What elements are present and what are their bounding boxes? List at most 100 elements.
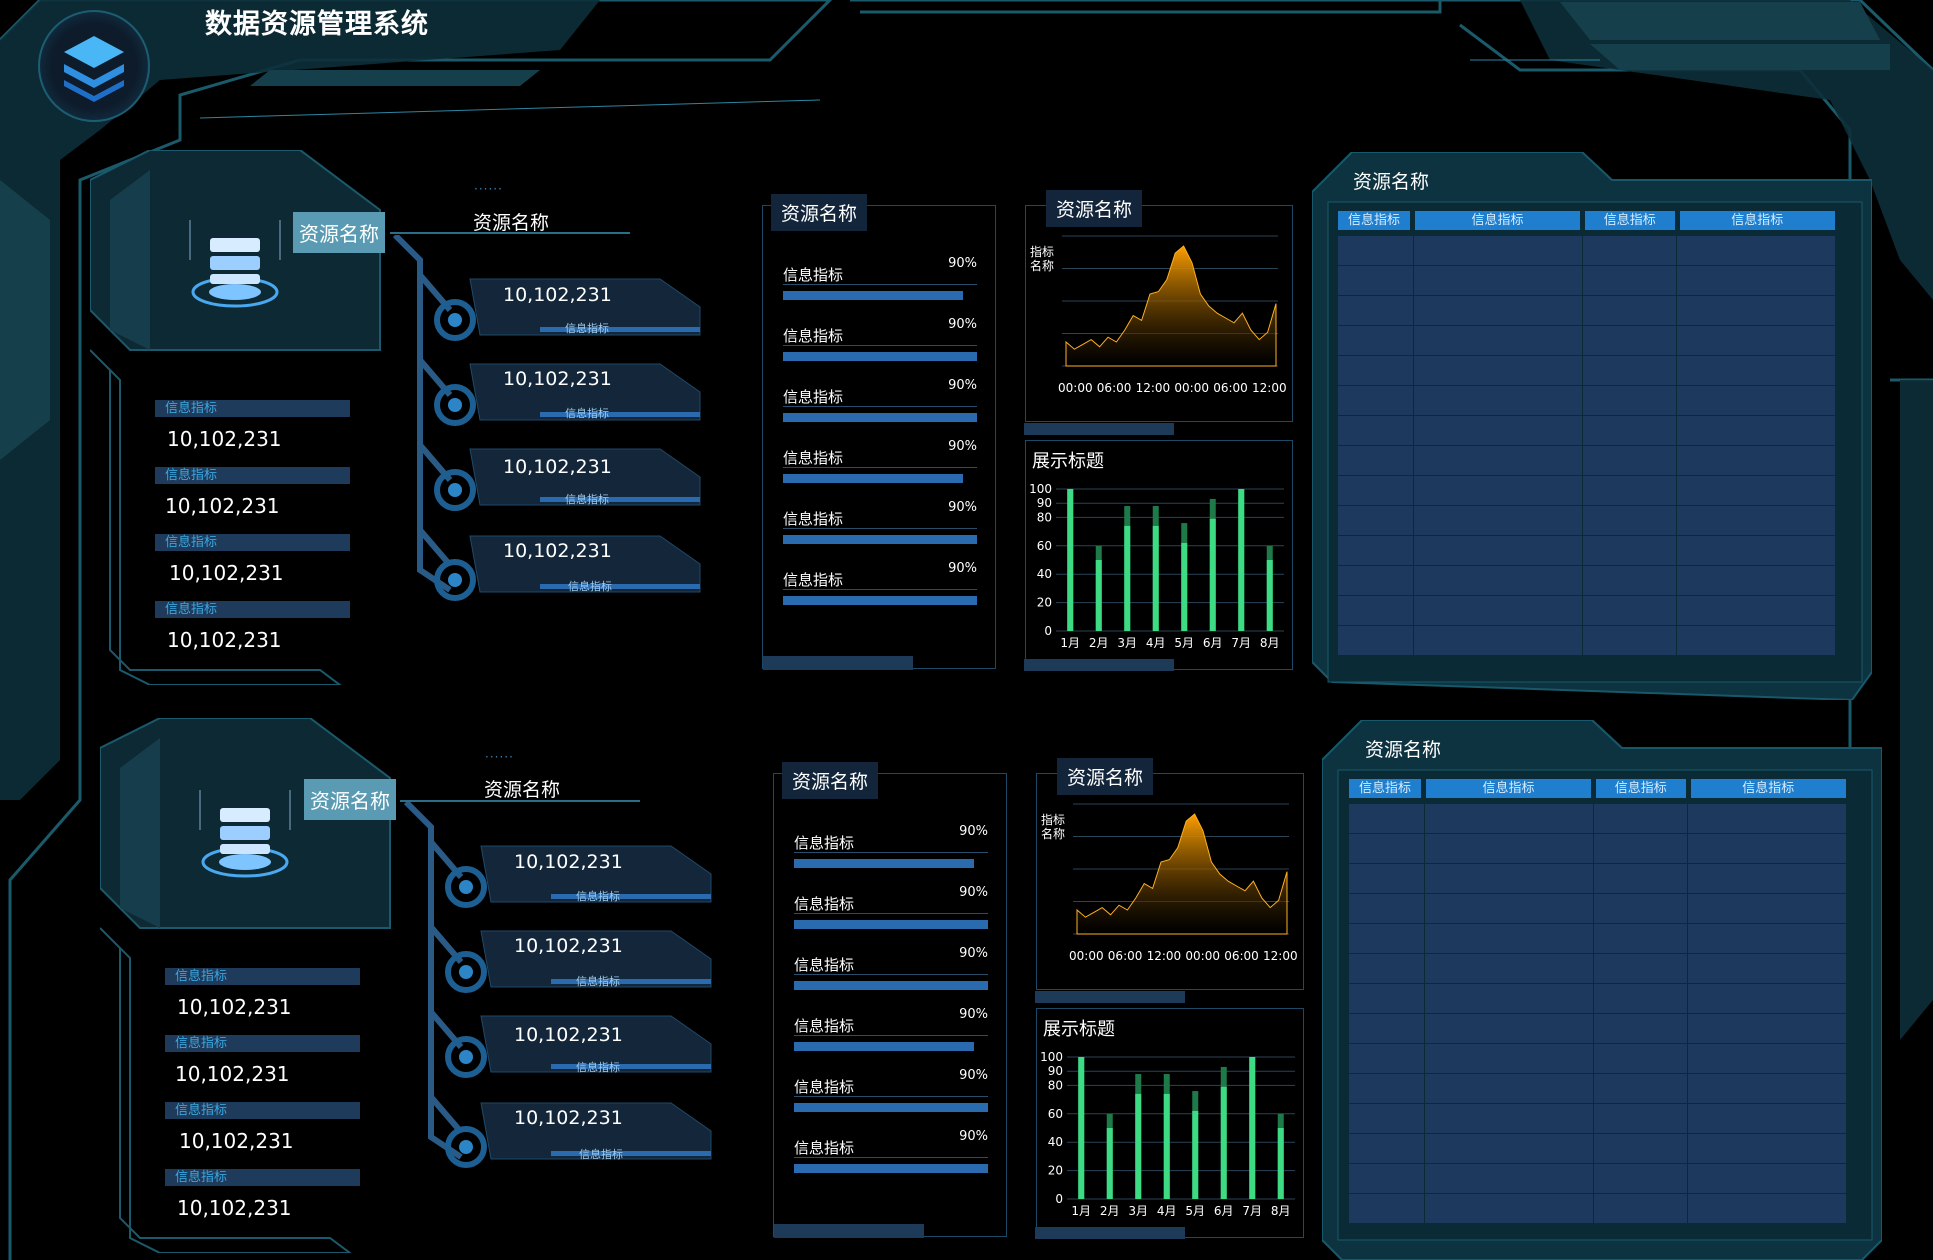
table-cell [1583,506,1676,535]
table-cell [1583,416,1676,445]
node-value: 10,102,231 [503,284,612,306]
table-row[interactable] [1338,416,1835,445]
table-cell [1338,356,1414,385]
bar-chart-panel: 展示标题 0 20 40 60 80 90 100 1月 2月 3月 4月 5月 6月 7月 8月 [1024,440,1293,671]
progress-percent: 90% [948,317,977,332]
metric-label: 信息指标 [155,400,350,417]
table-row[interactable] [1338,266,1835,295]
table-cell [1583,236,1676,265]
table-row[interactable] [1338,356,1835,385]
table-header-cell[interactable]: 信息指标 [1585,211,1675,230]
table-header-cell[interactable]: 信息指标 [1679,211,1835,230]
table-cell [1676,416,1835,445]
resource-tag[interactable]: 资源名称 [293,212,385,253]
table-cell [1583,626,1676,655]
table-cell [1338,386,1414,415]
table-cell [1676,506,1835,535]
metric-value: 10,102,231 [169,561,284,585]
x-tick-label: 7月 [1231,636,1251,650]
progress-divider [783,406,977,407]
x-tick-label: 12:00 [1252,381,1287,395]
metric-value: 10,102,231 [167,427,282,451]
table-header-cell[interactable]: 信息指标 [1414,211,1581,230]
progress-percent: 90% [948,500,977,515]
table-cell [1414,236,1583,265]
table-title: 资源名称 [1353,171,1430,193]
progress-bar [783,535,977,544]
table-cell [1414,356,1583,385]
metric-value: 10,102,231 [167,628,282,652]
y-tick-label: 80 [1037,510,1052,524]
table-cell [1338,626,1414,655]
table-row[interactable] [1338,386,1835,415]
table-cell [1338,416,1414,445]
table-row[interactable] [1338,326,1835,355]
table-cell [1414,386,1583,415]
progress-item: 信息指标 90% [783,561,977,630]
x-tick-label: 2月 [1089,636,1109,650]
progress-panel: 资源名称 信息指标 90% 信息指标 90% 信息指标 90% 信息指标 90% 信息指标 90%… [762,194,996,670]
table-row[interactable] [1338,446,1835,475]
table-cell [1414,476,1583,505]
table-row[interactable] [1338,506,1835,535]
y-axis-label: 指标 [1030,244,1054,259]
table-cell [1676,386,1835,415]
table-row[interactable] [1338,476,1835,505]
section-title: 资源名称 [473,212,550,234]
table-row[interactable] [1338,236,1835,265]
table-cell [1414,626,1583,655]
bar [1152,525,1159,631]
table-cell [1338,446,1414,475]
y-tick-label: 100 [1029,482,1052,496]
metric-label: 信息指标 [155,467,350,484]
x-tick-label: 6月 [1203,636,1223,650]
table-cell [1676,446,1835,475]
table-cell [1676,326,1835,355]
progress-label: 信息指标 [783,510,844,528]
node-label: 信息指标 [565,407,609,420]
table-cell [1676,626,1835,655]
table-row[interactable] [1338,626,1835,655]
table-row[interactable] [1338,566,1835,595]
node-value: 10,102,231 [503,368,612,390]
x-tick-label: 06:00 [1097,381,1132,395]
table-header-cell[interactable]: 信息指标 [1338,211,1410,230]
table-row[interactable] [1338,536,1835,565]
server-hologram-icon [189,220,281,308]
progress-label: 信息指标 [783,449,844,467]
progress-divider [783,467,977,468]
area-chart-panel: 资源名称 指标 名称 00:00 06:00 12:00 00:00 06:00 12:00 [1024,190,1293,435]
table-row[interactable] [1338,296,1835,325]
y-tick-label: 40 [1037,567,1052,581]
table-cell [1583,446,1676,475]
x-tick-label: 1月 [1060,636,1080,650]
progress-percent: 90% [948,561,977,576]
y-tick-label: 90 [1037,496,1052,510]
area-chart: 指标名称00:00 06:00 12:00 00:00 06:00 12:00 [1030,235,1287,395]
bar [1067,489,1074,631]
progress-bar [783,291,964,300]
bar [1095,560,1102,631]
table-cell [1414,416,1583,445]
y-tick-label: 20 [1037,596,1052,610]
bar [1209,518,1216,631]
panel-title: 资源名称 [1046,190,1143,227]
x-tick-label: 5月 [1174,636,1194,650]
table-cell [1583,296,1676,325]
table-cell [1583,326,1676,355]
table-cell [1676,596,1835,625]
table-cell [1583,476,1676,505]
y-axis-label: 名称 [1030,258,1054,273]
node-value: 10,102,231 [503,540,612,562]
y-tick-label: 60 [1037,539,1052,553]
table-cell [1583,356,1676,385]
bar [1238,489,1245,631]
bar [1181,542,1188,631]
x-tick-label: 8月 [1260,636,1280,650]
table-row[interactable] [1338,596,1835,625]
progress-item: 信息指标 90% [783,256,977,325]
x-tick-label: 3月 [1117,636,1137,650]
table-header-row: 信息指标 信息指标 信息指标 信息指标 [1338,211,1835,230]
x-tick-label: 00:00 [1174,381,1209,395]
progress-bar [783,413,977,422]
